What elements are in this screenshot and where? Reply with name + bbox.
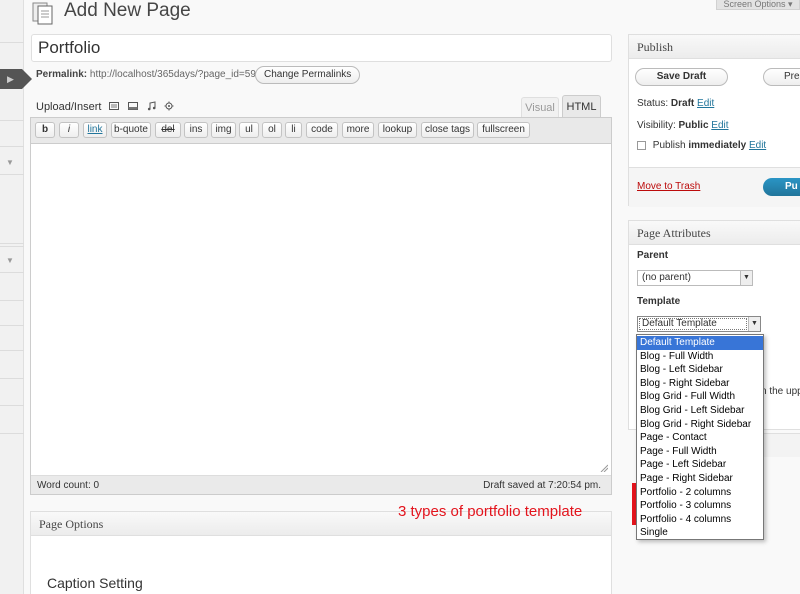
page-options-box: Page Options Caption Setting xyxy=(30,511,612,594)
quicktag-ins-button[interactable]: ins xyxy=(184,122,208,138)
status-row: Status: Draft Edit xyxy=(637,98,714,109)
visibility-label: Visibility: xyxy=(637,120,676,131)
publish-button[interactable]: Pu xyxy=(763,178,800,196)
template-option[interactable]: Blog Grid - Left Sidebar xyxy=(637,404,763,418)
move-to-trash-link[interactable]: Move to Trash xyxy=(637,181,700,192)
admin-menu-strip: ▼ ▼ xyxy=(0,0,24,594)
parent-label: Parent xyxy=(637,250,669,261)
quicktag-italic-button[interactable]: i xyxy=(59,122,79,138)
publish-actions: Move to Trash Pu xyxy=(629,167,800,207)
tab-html[interactable]: HTML xyxy=(562,95,601,118)
quicktag-bquote-button[interactable]: b-quote xyxy=(111,122,151,138)
current-menu-indicator[interactable]: ▶ xyxy=(0,69,32,89)
screen-options-button[interactable]: Screen Options ▾ xyxy=(716,0,800,10)
template-option[interactable]: Page - Contact xyxy=(637,431,763,445)
menu-arrow-icon: ▶ xyxy=(7,74,14,84)
save-draft-button[interactable]: Save Draft xyxy=(635,68,728,86)
add-media-icon[interactable] xyxy=(164,101,174,111)
template-label: Template xyxy=(637,296,681,307)
change-permalinks-button[interactable]: Change Permalinks xyxy=(255,66,361,84)
calendar-icon xyxy=(637,140,646,150)
quicktag-more-button[interactable]: more xyxy=(342,122,374,138)
add-image-icon[interactable] xyxy=(109,101,119,111)
parent-select[interactable]: (no parent) ▼ xyxy=(637,270,753,286)
resize-handle-icon[interactable] xyxy=(600,464,608,472)
quicktag-ol-button[interactable]: ol xyxy=(262,122,282,138)
content-textarea[interactable] xyxy=(31,145,611,475)
content-editor: b i link b-quote del ins img ul ol li co… xyxy=(30,117,612,495)
template-options-list[interactable]: Default Template Blog - Full Width Blog - … xyxy=(636,334,764,540)
post-title-input[interactable] xyxy=(31,34,612,62)
preview-button[interactable]: Pre xyxy=(763,68,800,86)
status-label: Status: xyxy=(637,98,669,109)
tab-visual[interactable]: Visual xyxy=(521,97,559,118)
edit-status-link[interactable]: Edit xyxy=(697,98,714,109)
template-option[interactable]: Blog - Left Sidebar xyxy=(637,363,763,377)
parent-select-value: (no parent) xyxy=(642,272,691,283)
chevron-down-icon: ▼ xyxy=(740,271,752,285)
quicktag-link-button[interactable]: link xyxy=(83,122,107,138)
quicktag-del-button[interactable]: del xyxy=(155,122,181,138)
permalink-label: Permalink: xyxy=(36,69,88,80)
next-box-edge xyxy=(760,433,800,457)
quicktag-ul-button[interactable]: ul xyxy=(239,122,259,138)
template-option[interactable]: Blog Grid - Full Width xyxy=(637,390,763,404)
template-option[interactable]: Page - Left Sidebar xyxy=(637,458,763,472)
publish-label: Publish xyxy=(652,140,686,151)
status-value: Draft xyxy=(670,98,695,109)
quicktag-img-button[interactable]: img xyxy=(211,122,236,138)
template-option[interactable]: Blog Grid - Right Sidebar xyxy=(637,418,763,432)
edit-visibility-link[interactable]: Edit xyxy=(711,120,728,131)
publish-value: immediately xyxy=(688,140,747,151)
template-option[interactable]: Blog - Right Sidebar xyxy=(637,377,763,391)
publish-box: Publish Save Draft Pre Status: Draft Edi… xyxy=(628,34,800,207)
quicktag-li-button[interactable]: li xyxy=(285,122,302,138)
attributes-help-text: n the upp xyxy=(761,386,800,397)
edit-publish-date-link[interactable]: Edit xyxy=(749,140,766,151)
page-title: Add New Page xyxy=(64,0,191,21)
menu-collapse-icon[interactable]: ▼ xyxy=(6,158,14,167)
caption-setting-heading: Caption Setting xyxy=(47,575,143,591)
annotation-text: 3 types of portfolio template xyxy=(398,503,583,520)
add-audio-icon[interactable] xyxy=(147,101,157,111)
editor-status-bar: Word count: 0 Draft saved at 7:20:54 pm. xyxy=(31,475,611,494)
word-count: Word count: 0 xyxy=(37,480,100,491)
pages-icon xyxy=(32,2,53,25)
upload-insert-label: Upload/Insert xyxy=(36,101,102,113)
permalink-url[interactable]: http://localhost/365days/?page_id=599 xyxy=(90,69,262,80)
quicktag-code-button[interactable]: code xyxy=(306,122,338,138)
quicktags-toolbar: b i link b-quote del ins img ul ol li co… xyxy=(31,118,611,144)
template-option[interactable]: Page - Right Sidebar xyxy=(637,472,763,486)
publish-heading[interactable]: Publish xyxy=(629,35,800,59)
quicktag-fullscreen-button[interactable]: fullscreen xyxy=(477,122,530,138)
template-option[interactable]: Portfolio - 4 columns xyxy=(637,513,763,527)
template-option[interactable]: Blog - Full Width xyxy=(637,350,763,364)
quicktag-close-tags-button[interactable]: close tags xyxy=(421,122,474,138)
template-select[interactable]: Default Template ▼ xyxy=(637,316,761,332)
quicktag-lookup-button[interactable]: lookup xyxy=(378,122,417,138)
template-option[interactable]: Single xyxy=(637,526,763,540)
template-option[interactable]: Portfolio - 3 columns xyxy=(637,499,763,513)
template-option[interactable]: Default Template xyxy=(637,336,763,350)
permalink: Permalink: http://localhost/365days/?pag… xyxy=(36,69,261,80)
autosave-status: Draft saved at 7:20:54 pm. xyxy=(483,480,601,491)
publish-date-row: Publish immediately Edit xyxy=(637,140,766,151)
template-option[interactable]: Page - Full Width xyxy=(637,445,763,459)
chevron-down-icon: ▼ xyxy=(748,317,760,331)
visibility-row: Visibility: Public Edit xyxy=(637,120,729,131)
menu-collapse-icon[interactable]: ▼ xyxy=(6,256,14,265)
template-option[interactable]: Portfolio - 2 columns xyxy=(637,486,763,500)
add-video-icon[interactable] xyxy=(128,101,138,111)
visibility-value: Public xyxy=(678,120,709,131)
focus-outline xyxy=(639,318,747,330)
quicktag-bold-button[interactable]: b xyxy=(35,122,55,138)
page-attributes-heading[interactable]: Page Attributes xyxy=(629,221,800,245)
